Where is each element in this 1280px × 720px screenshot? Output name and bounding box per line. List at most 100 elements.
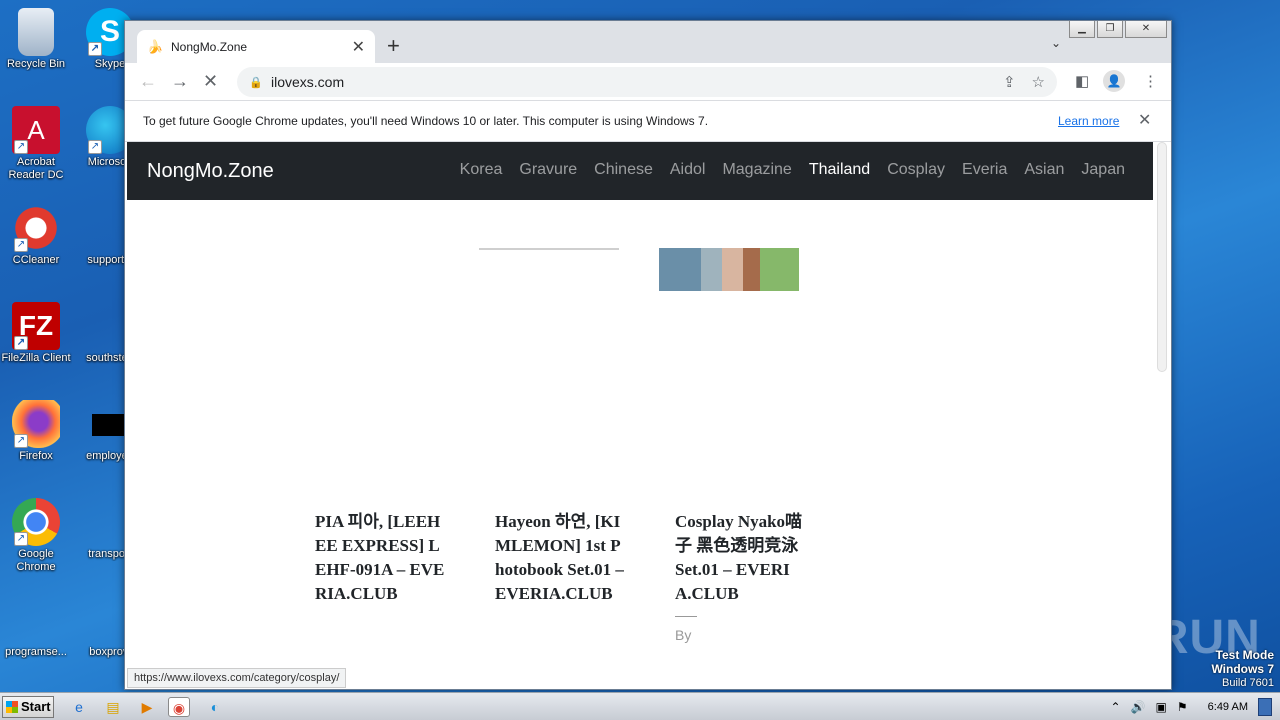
tab-title: NongMo.Zone	[171, 39, 248, 54]
post-author-meta: By	[675, 627, 692, 643]
close-window-button[interactable]: ✕	[1125, 21, 1167, 38]
close-tab-icon[interactable]: ✕	[352, 37, 365, 57]
address-bar[interactable]: 🔒 ilovexs.com ⇪ ☆	[237, 67, 1057, 97]
file-icon	[92, 414, 128, 436]
system-tray: ⌃ 🔊 ▣ ⚑ 6:49 AM	[1111, 693, 1280, 720]
infobar-close-icon[interactable]: ✕	[1138, 110, 1151, 130]
chrome-taskbar-icon[interactable]: ◉	[168, 697, 190, 717]
site-brand[interactable]: NongMo.Zone	[147, 160, 274, 183]
site-navbar: NongMo.Zone Korea Gravure Chinese Aidol …	[127, 142, 1153, 200]
nav-everia[interactable]: Everia	[962, 161, 1007, 179]
nav-cosplay[interactable]: Cosplay	[887, 161, 945, 179]
volume-icon[interactable]: 🔊	[1131, 700, 1146, 714]
tab-search-chevron-icon[interactable]: ⌄	[1051, 36, 1061, 50]
clock[interactable]: 6:49 AM	[1208, 701, 1248, 713]
desktop-icon-google-chrome[interactable]: ↗ Google Chrome	[0, 498, 72, 574]
stop-loading-button[interactable]: ✕	[203, 71, 218, 91]
post-title[interactable]: PIA 피아, [LEEHEE EXPRESS] LEHF-091A – EVE…	[315, 512, 444, 603]
os-name: Windows 7	[1211, 662, 1274, 676]
menu-kebab-icon[interactable]: ⋮	[1143, 72, 1158, 90]
nav-thailand[interactable]: Thailand	[809, 161, 870, 179]
ccleaner-icon: ↗	[12, 204, 60, 252]
desktop-icon-label: Recycle Bin	[6, 58, 66, 70]
lock-icon: 🔒	[249, 76, 263, 89]
nav-gravure[interactable]: Gravure	[519, 161, 577, 179]
desktop-icon-label: Acrobat Reader DC	[8, 156, 64, 181]
desktop-icon-ccleaner[interactable]: ↗ CCleaner	[0, 204, 72, 267]
desktop-icon-acrobat[interactable]: A ↗ Acrobat Reader DC	[0, 106, 72, 182]
post-divider	[675, 616, 697, 617]
post-thumbnail-loading[interactable]	[479, 248, 619, 250]
minimize-button[interactable]: ▁	[1069, 21, 1095, 38]
desktop-icon-label: FileZilla Client	[1, 352, 71, 364]
profile-avatar-icon[interactable]: 👤	[1103, 70, 1125, 92]
desktop-icon-label: Google Chrome	[16, 548, 56, 573]
recycle-bin-icon	[18, 8, 54, 56]
site-nav-links: Korea Gravure Chinese Aidol Magazine Tha…	[460, 161, 1125, 179]
acrobat-icon: A ↗	[12, 106, 60, 154]
shortcut-arrow-icon: ↗	[14, 532, 28, 546]
bookmark-star-icon[interactable]: ☆	[1032, 73, 1045, 91]
start-button[interactable]: Start	[2, 696, 54, 718]
desktop-icon-recycle-bin[interactable]: Recycle Bin	[0, 8, 72, 71]
post-title[interactable]: Hayeon 하연, [KIMLEMON] 1st Photobook Set.…	[495, 512, 624, 603]
show-desktop-button[interactable]	[1258, 698, 1272, 716]
nav-korea[interactable]: Korea	[460, 161, 503, 179]
chrome-icon: ↗	[12, 498, 60, 546]
window-controls: ▁ ❐ ✕	[1069, 21, 1167, 38]
network-icon[interactable]: ▣	[1156, 700, 1167, 714]
nav-asian[interactable]: Asian	[1024, 161, 1064, 179]
explorer-taskbar-icon[interactable]: ▤	[102, 697, 124, 717]
restore-button[interactable]: ❐	[1097, 21, 1123, 38]
update-infobar: To get future Google Chrome updates, you…	[125, 101, 1171, 142]
desktop-icon-firefox[interactable]: ↗ Firefox	[0, 400, 72, 463]
taskbar: Start e ▤ ▶ ◉ ◐ ⌃ 🔊 ▣ ⚑ 6:49 AM	[0, 692, 1280, 720]
test-mode-label: Test Mode Windows 7 Build 7601	[1211, 648, 1274, 690]
banana-favicon-icon: 🍌	[147, 38, 164, 54]
post-card[interactable]: Cosplay Nyako喵子 黑色透明竞泳 Set.01 – EVERIA.C…	[675, 510, 805, 647]
post-card[interactable]: Hayeon 하연, [KIMLEMON] 1st Photobook Set.…	[495, 510, 625, 606]
nav-japan[interactable]: Japan	[1081, 161, 1125, 179]
desktop-icon-label: CCleaner	[12, 254, 60, 266]
desktop-icon-label: Firefox	[19, 450, 53, 462]
new-tab-button[interactable]: +	[387, 34, 400, 58]
browser-tab[interactable]: 🍌 NongMo.Zone ✕	[137, 30, 375, 63]
page-viewport: NongMo.Zone Korea Gravure Chinese Aidol …	[125, 142, 1171, 689]
edge-taskbar-icon[interactable]: ◐	[204, 697, 226, 717]
desktop-icon-programse[interactable]: programse...	[0, 596, 72, 659]
shortcut-arrow-icon: ↗	[88, 42, 102, 56]
share-icon[interactable]: ⇪	[1003, 73, 1016, 91]
page-scrollbar[interactable]	[1157, 142, 1167, 372]
browser-toolbar: ← → ✕ 🔒 ilovexs.com ⇪ ☆ ◧ 👤 ⋮	[125, 63, 1171, 101]
firefox-icon: ↗	[12, 400, 60, 448]
build-number: Build 7601	[1222, 677, 1274, 689]
shortcut-arrow-icon: ↗	[14, 238, 28, 252]
desktop-icon-filezilla[interactable]: FZ ↗ FileZilla Client	[0, 302, 72, 365]
nav-magazine[interactable]: Magazine	[722, 161, 791, 179]
back-button[interactable]: ←	[139, 71, 157, 91]
desktop-icon-label: programse...	[5, 646, 67, 658]
forward-button[interactable]: →	[171, 71, 189, 91]
nav-chinese[interactable]: Chinese	[594, 161, 653, 179]
post-card[interactable]: PIA 피아, [LEEHEE EXPRESS] LEHF-091A – EVE…	[315, 510, 445, 606]
ie-taskbar-icon[interactable]: e	[68, 697, 90, 717]
nav-aidol[interactable]: Aidol	[670, 161, 706, 179]
infobar-message: To get future Google Chrome updates, you…	[143, 114, 709, 128]
shortcut-arrow-icon: ↗	[14, 336, 28, 350]
learn-more-link[interactable]: Learn more	[1058, 114, 1119, 128]
test-mode-text: Test Mode	[1215, 648, 1274, 662]
post-thumbnail-image[interactable]	[659, 248, 799, 291]
side-panel-icon[interactable]: ◧	[1075, 72, 1089, 90]
media-player-taskbar-icon[interactable]: ▶	[136, 697, 158, 717]
filezilla-icon: FZ ↗	[12, 302, 60, 350]
action-center-flag-icon[interactable]: ⚑	[1177, 700, 1188, 714]
link-status-bar: https://www.ilovexs.com/category/cosplay…	[127, 668, 347, 688]
file-icon	[12, 596, 60, 644]
url-text[interactable]: ilovexs.com	[271, 74, 344, 90]
shortcut-arrow-icon: ↗	[14, 434, 28, 448]
tray-expand-icon[interactable]: ⌃	[1111, 700, 1121, 714]
chrome-window: ▁ ❐ ✕ 🍌 NongMo.Zone ✕ + ⌄ ← → ✕ 🔒 ilovex…	[124, 20, 1172, 690]
shortcut-arrow-icon: ↗	[88, 140, 102, 154]
shortcut-arrow-icon: ↗	[14, 140, 28, 154]
post-title[interactable]: Cosplay Nyako喵子 黑色透明竞泳 Set.01 – EVERIA.C…	[675, 512, 802, 603]
